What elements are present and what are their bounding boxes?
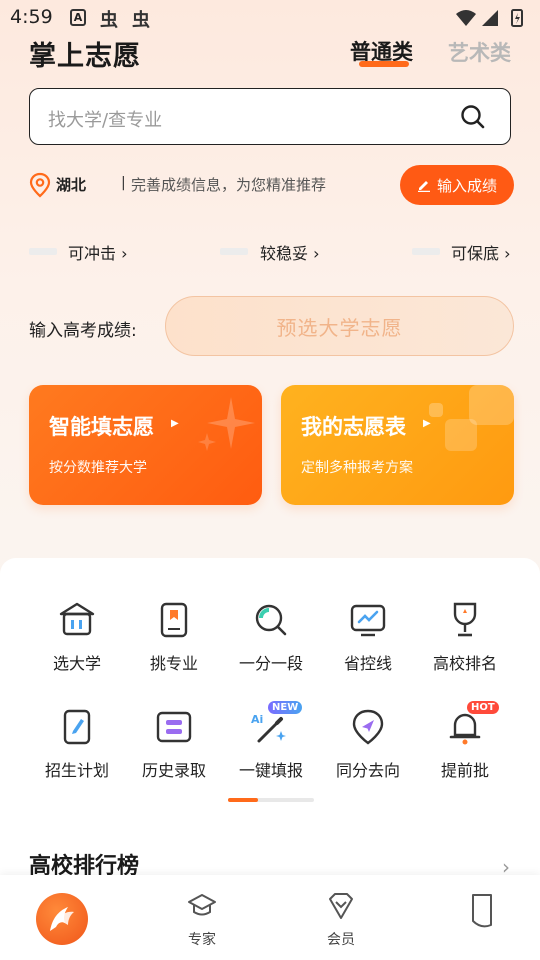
card-subtitle: 按分数推荐大学	[49, 460, 147, 476]
edit-doc-icon	[63, 709, 91, 745]
province-label: 湖北	[56, 176, 87, 194]
divider: |	[121, 175, 126, 191]
tier-placeholder-bar	[412, 248, 440, 255]
app-brand-title: 掌上志愿	[29, 41, 141, 72]
tab-active-indicator	[359, 61, 409, 67]
search-placeholder: 找大学/查专业	[48, 110, 163, 131]
home-logo-icon	[50, 907, 74, 931]
grid-page-indicator-thumb	[228, 798, 258, 802]
card-arrow-icon: ▶	[171, 418, 179, 429]
tier-safe[interactable]: 可保底 ›	[412, 240, 522, 263]
list-card-icon	[156, 711, 192, 743]
grid-item-score-rank[interactable]: 一分一段	[223, 600, 319, 674]
grid-item-university-ranking[interactable]: 高校排名	[417, 600, 513, 674]
search-icon[interactable]	[460, 104, 486, 130]
search-ring-icon	[255, 604, 287, 636]
tier-placeholder-bar	[29, 248, 57, 255]
system-status-icons	[454, 8, 530, 32]
status-bar: 4:59 A 虫 虫	[0, 0, 540, 36]
grid-label: 一键填报	[238, 761, 303, 780]
grid-item-choose-university[interactable]: 选大学	[29, 600, 125, 674]
status-time: 4:59	[10, 6, 53, 28]
university-icon	[59, 602, 95, 636]
search-input[interactable]: 找大学/查专业	[29, 88, 511, 145]
squares-decoration-icon	[429, 385, 514, 451]
wifi-icon	[456, 10, 476, 26]
grid-item-enroll-plan[interactable]: 招生计划	[29, 707, 125, 781]
hot-badge: HOT	[467, 701, 499, 714]
ai-badge: Ai	[251, 713, 264, 726]
card-title: 智能填志愿	[49, 415, 154, 439]
grid-label: 同分去向	[335, 761, 400, 780]
profile-icon	[472, 894, 492, 928]
nav-label: 专家	[188, 932, 216, 948]
tier-stable[interactable]: 较稳妥 ›	[220, 240, 330, 263]
bug-notification-icon: 虫	[132, 10, 150, 31]
tier-label: 较稳妥 ›	[260, 244, 320, 263]
signal-icon	[482, 10, 498, 26]
tab-art[interactable]: 艺术类	[448, 37, 511, 67]
score-input-label: 输入高考成绩:	[29, 321, 137, 341]
card-subtitle: 定制多种报考方案	[301, 460, 413, 476]
grid-item-province-line[interactable]: 省控线	[320, 600, 416, 674]
notification-a-icon: A	[70, 9, 86, 26]
vip-shield-icon	[329, 893, 353, 919]
graduation-cap-icon	[188, 894, 216, 916]
location-row[interactable]: 湖北 | 完善成绩信息，为您精准推荐	[29, 172, 359, 198]
monitor-chart-icon	[350, 604, 386, 637]
my-plan-card[interactable]: 我的志愿表 ▶ 定制多种报考方案	[281, 385, 514, 505]
tier-placeholder-bar	[220, 248, 248, 255]
grid-label: 一分一段	[238, 654, 303, 673]
bug-notification-icon: 虫	[100, 10, 118, 31]
nav-vip[interactable]: 会员	[311, 891, 371, 949]
nav-profile[interactable]	[452, 891, 512, 933]
grid-label: 选大学	[52, 654, 101, 673]
grid-label: 高校排名	[432, 654, 497, 673]
grid-page-indicator	[228, 798, 314, 802]
nav-label: 会员	[327, 932, 355, 948]
nav-home[interactable]	[36, 893, 88, 945]
grid-item-history-admission[interactable]: 历史录取	[126, 707, 222, 781]
enter-score-label: 输入成绩	[436, 176, 497, 195]
card-title: 我的志愿表	[301, 415, 406, 439]
edit-pencil-icon	[417, 181, 430, 192]
tier-label: 可保底 ›	[451, 244, 511, 263]
card-arrow-icon: ▶	[423, 418, 431, 429]
grid-label: 省控线	[343, 654, 392, 673]
trophy-icon	[453, 602, 477, 637]
sparkle-icon	[198, 397, 255, 451]
tier-rush[interactable]: 可冲击 ›	[29, 240, 139, 263]
preselect-university-button[interactable]: 预选大学志愿	[165, 296, 514, 356]
battery-icon	[511, 9, 523, 27]
book-icon	[160, 602, 188, 638]
tier-label: 可冲击 ›	[68, 244, 128, 263]
grid-label: 招生计划	[44, 761, 109, 780]
grid-item-one-click-fill[interactable]: NEW Ai 一键填报	[223, 701, 319, 781]
navigation-icon	[352, 709, 384, 745]
grid-item-choose-major[interactable]: 挑专业	[126, 600, 222, 674]
smart-fill-card[interactable]: 智能填志愿 ▶ 按分数推荐大学	[29, 385, 262, 505]
nav-expert[interactable]: 专家	[172, 891, 232, 949]
score-hint-text: 完善成绩信息，为您精准推荐	[131, 176, 327, 194]
enter-score-button[interactable]: 输入成绩	[400, 165, 514, 205]
grid-label: 提前批	[440, 761, 489, 780]
grid-label: 挑专业	[149, 654, 198, 673]
grid-label: 历史录取	[141, 761, 206, 780]
location-pin-icon	[29, 172, 51, 198]
grid-item-early-batch[interactable]: HOT 提前批	[417, 701, 513, 781]
new-badge: NEW	[268, 701, 303, 714]
grid-item-same-score[interactable]: 同分去向	[320, 707, 416, 781]
bottom-nav: 专家 会员	[0, 875, 540, 960]
